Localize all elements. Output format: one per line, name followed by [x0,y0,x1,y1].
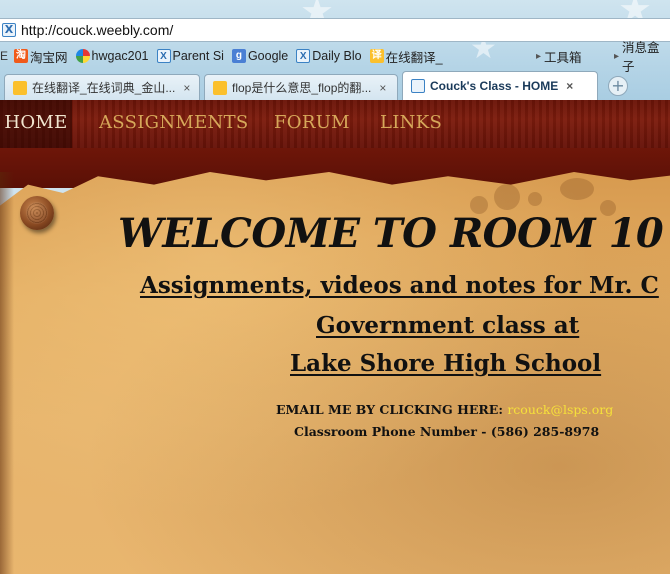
tab-label: flop是什么意思_flop的翻... [232,81,372,95]
subtitle-line-2: Government class at [316,312,580,339]
thumbtack-icon [20,196,54,230]
bookmark-translate[interactable]: 译 在线翻译_ [369,47,443,66]
bookmark-label: Daily Blo [312,49,362,63]
site-nav: HOME ASSIGNMENTS FORUM LINKS [0,100,670,148]
weebly-icon [411,79,425,93]
phone-line: Classroom Phone Number - (586) 285-8978 [294,424,600,439]
address-bar[interactable]: X http://couck.weebly.com/ [0,18,670,42]
welcome-heading: WELCOME TO ROOM 10 [118,210,664,257]
flower-icon [75,49,90,63]
browser-chrome: ★ ★ ★ X http://couck.weebly.com/ E 淘 淘宝网… [0,0,670,100]
bookmark-label: Google [247,49,289,63]
bookmark-label: hwgac201 [91,49,149,63]
close-icon[interactable]: × [379,81,386,95]
translate-icon [13,80,27,95]
nav-forum[interactable]: FORUM [274,100,350,148]
bookmark-taobao[interactable]: 淘 淘宝网 [14,47,68,66]
email-prefix: EMAIL ME BY CLICKING HERE: [276,402,508,417]
google-icon: g [231,49,246,63]
subtitle-line-1: Assignments, videos and notes for Mr. C [140,272,659,299]
tab-strip: 在线翻译_在线词典_金山... × flop是什么意思_flop的翻... × … [0,70,670,100]
email-link[interactable]: rcouck@lsps.org [507,402,613,417]
close-icon[interactable]: × [183,81,190,95]
tab-label: Couck's Class - HOME [430,79,559,93]
bookmark-label: 淘宝网 [30,50,68,65]
bookmark-label: 在线翻译_ [385,50,443,65]
new-tab-button[interactable]: + [608,76,628,96]
bookmark-edge-glyph: E [0,49,9,63]
bookmark-daily-blog[interactable]: X Daily Blo [296,49,362,63]
bookmark-parent-site[interactable]: X Parent Si [156,49,224,63]
chevron-right-icon: ▸ [614,50,620,62]
email-line: EMAIL ME BY CLICKING HERE: rcouck@lsps.o… [276,402,613,417]
tab-translate[interactable]: 在线翻译_在线词典_金山... × [4,74,200,100]
bookmark-google[interactable]: g Google [231,49,289,63]
subtitle-line-3: Lake Shore High School [290,350,602,377]
stain-decoration [494,184,520,210]
weebly-favicon-icon: X [2,23,16,37]
weebly-icon: X [296,49,311,63]
toolbox-label: 工具箱 [544,50,582,65]
bookmarks-bar: E 淘 淘宝网 hwgac201 X Parent Si g Google X … [0,41,670,74]
nav-assignments[interactable]: ASSIGNMENTS [99,100,249,148]
nav-home[interactable]: HOME [0,100,72,148]
tab-flop[interactable]: flop是什么意思_flop的翻... × [204,74,398,100]
translate-icon: 译 [369,49,384,63]
weebly-icon: X [156,49,171,63]
nav-links[interactable]: LINKS [380,100,442,148]
close-icon[interactable]: × [566,79,573,93]
web-page: HOME ASSIGNMENTS FORUM LINKS WELCOME TO … [0,100,670,574]
url-text[interactable]: http://couck.weebly.com/ [21,22,173,38]
tab-couck-class[interactable]: Couck's Class - HOME × [402,71,598,100]
tab-label: 在线翻译_在线词典_金山... [32,81,176,95]
taobao-icon: 淘 [14,49,28,63]
toolbox-button[interactable]: ▸ 工具箱 [536,46,582,66]
parchment-edge-shadow [0,172,14,574]
bookmark-hwgac[interactable]: hwgac201 [75,49,149,63]
translate-icon [213,80,227,95]
messages-button[interactable]: ▸ 消息盒子 [614,41,670,74]
bookmark-label: Parent Si [172,49,224,63]
stain-decoration [528,192,542,206]
stain-decoration [560,178,594,200]
chevron-right-icon: ▸ [536,50,542,62]
